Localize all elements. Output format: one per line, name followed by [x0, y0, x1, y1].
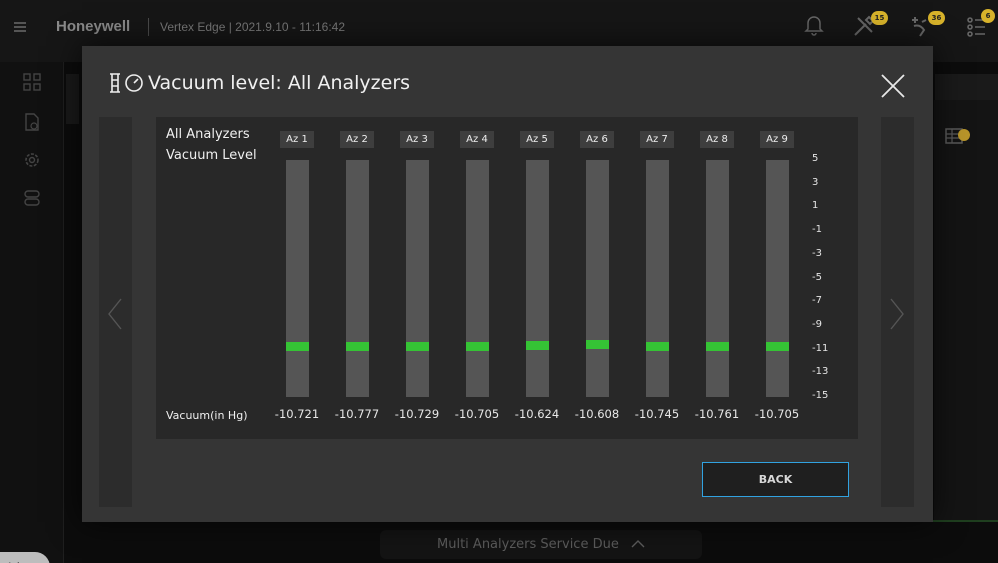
vacuum-level-marker-9 [765, 341, 789, 351]
vacuum-bar-9 [765, 160, 789, 397]
vacuum-bar-5 [525, 160, 549, 397]
vacuum-level-marker-8 [705, 342, 729, 352]
analyzer-header-2: Az 2 [340, 131, 374, 148]
close-button[interactable] [879, 72, 907, 100]
unit-label: Vacuum(in Hg) [166, 409, 248, 422]
vacuum-level-marker-5 [525, 340, 549, 350]
vacuum-value-9: -10.705 [754, 407, 800, 421]
toggles-icon[interactable] [22, 188, 44, 210]
tools-badge: 15 [871, 11, 888, 25]
chart-title-line1: All Analyzers [166, 127, 250, 142]
y-tick-label: 5 [812, 153, 819, 164]
previous-page-button[interactable] [99, 117, 132, 507]
service-due-label: Multi Analyzers Service Due [437, 537, 619, 552]
analyzer-header-6: Az 6 [580, 131, 614, 148]
analyzer-header-3: Az 3 [400, 131, 434, 148]
vacuum-bar-6 [585, 160, 609, 397]
analyzer-header-7: Az 7 [640, 131, 674, 148]
avatar[interactable]: Adm [0, 552, 50, 563]
analyzer-header-9: Az 9 [760, 131, 794, 148]
y-tick-label: 3 [812, 176, 819, 188]
background-card [66, 74, 79, 124]
dashboard-icon[interactable] [22, 72, 44, 94]
y-tick-label: 1 [812, 200, 819, 212]
analyzer-header-4: Az 4 [460, 131, 494, 148]
vacuum-bar-2 [345, 160, 369, 397]
analyzer-header-8: Az 8 [700, 131, 734, 148]
report-icon[interactable] [22, 112, 44, 134]
close-icon [881, 74, 905, 98]
vacuum-level-marker-4 [465, 341, 489, 351]
background-right-panel [934, 100, 998, 520]
alert-list-icon[interactable] [944, 125, 974, 155]
vacuum-bar-8 [705, 160, 729, 397]
y-tick-label: -15 [812, 390, 829, 401]
y-tick-label: -9 [812, 318, 822, 330]
chevron-up-icon [631, 530, 645, 559]
vacuum-value-1: -10.721 [274, 407, 320, 421]
y-tick-label: -7 [812, 295, 822, 307]
y-tick-label: -13 [812, 366, 829, 378]
service-due-bar[interactable]: Multi Analyzers Service Due [380, 530, 702, 559]
y-tick-label: -11 [812, 342, 829, 354]
next-page-button[interactable] [881, 117, 914, 507]
chevron-right-icon [887, 297, 907, 335]
y-tick-label: -1 [812, 224, 822, 236]
vacuum-bar-4 [465, 160, 489, 397]
app-title: Vertex Edge | 2021.9.10 - 11:16:42 [160, 20, 346, 34]
vacuum-value-7: -10.745 [634, 407, 680, 421]
vacuum-level-chart: All Analyzers Vacuum Level Vacuum(in Hg)… [156, 117, 858, 439]
vacuum-level-marker-7 [645, 342, 669, 352]
header-divider [148, 18, 149, 36]
vacuum-level-marker-3 [405, 341, 429, 351]
vacuum-level-marker-6 [585, 340, 609, 350]
brand-logo: Honeywell [56, 18, 131, 35]
y-tick-label: -5 [812, 271, 822, 283]
analyzer-header-1: Az 1 [280, 131, 314, 148]
y-tick-label: -3 [812, 247, 822, 259]
back-button[interactable]: BACK [702, 462, 849, 497]
menu-icon[interactable] [14, 22, 26, 32]
vacuum-level-dialog: Vacuum level: All Analyzers All Analyzer… [82, 46, 933, 522]
vacuum-value-2: -10.777 [334, 407, 380, 421]
chart-title-line2: Vacuum Level [166, 148, 257, 163]
vacuum-level-marker-2 [345, 342, 369, 352]
bell-icon[interactable] [804, 14, 824, 40]
sidebar: Adm [0, 62, 64, 563]
vacuum-value-4: -10.705 [454, 407, 500, 421]
chevron-left-icon [105, 297, 125, 335]
vacuum-value-8: -10.761 [694, 407, 740, 421]
analyzer-header-5: Az 5 [520, 131, 554, 148]
vacuum-value-6: -10.608 [574, 407, 620, 421]
maintenance-badge: 36 [928, 11, 945, 25]
vacuum-value-3: -10.729 [394, 407, 440, 421]
vacuum-bar-7 [645, 160, 669, 397]
vacuum-value-5: -10.624 [514, 407, 560, 421]
analyzer-gauge-icon [108, 72, 144, 98]
vacuum-bar-3 [405, 160, 429, 397]
tasks-badge: 6 [981, 9, 995, 23]
dialog-title: Vacuum level: All Analyzers [148, 72, 411, 94]
vacuum-level-marker-1 [285, 341, 309, 351]
vacuum-bar-1 [285, 160, 309, 397]
settings-icon[interactable] [22, 150, 44, 172]
